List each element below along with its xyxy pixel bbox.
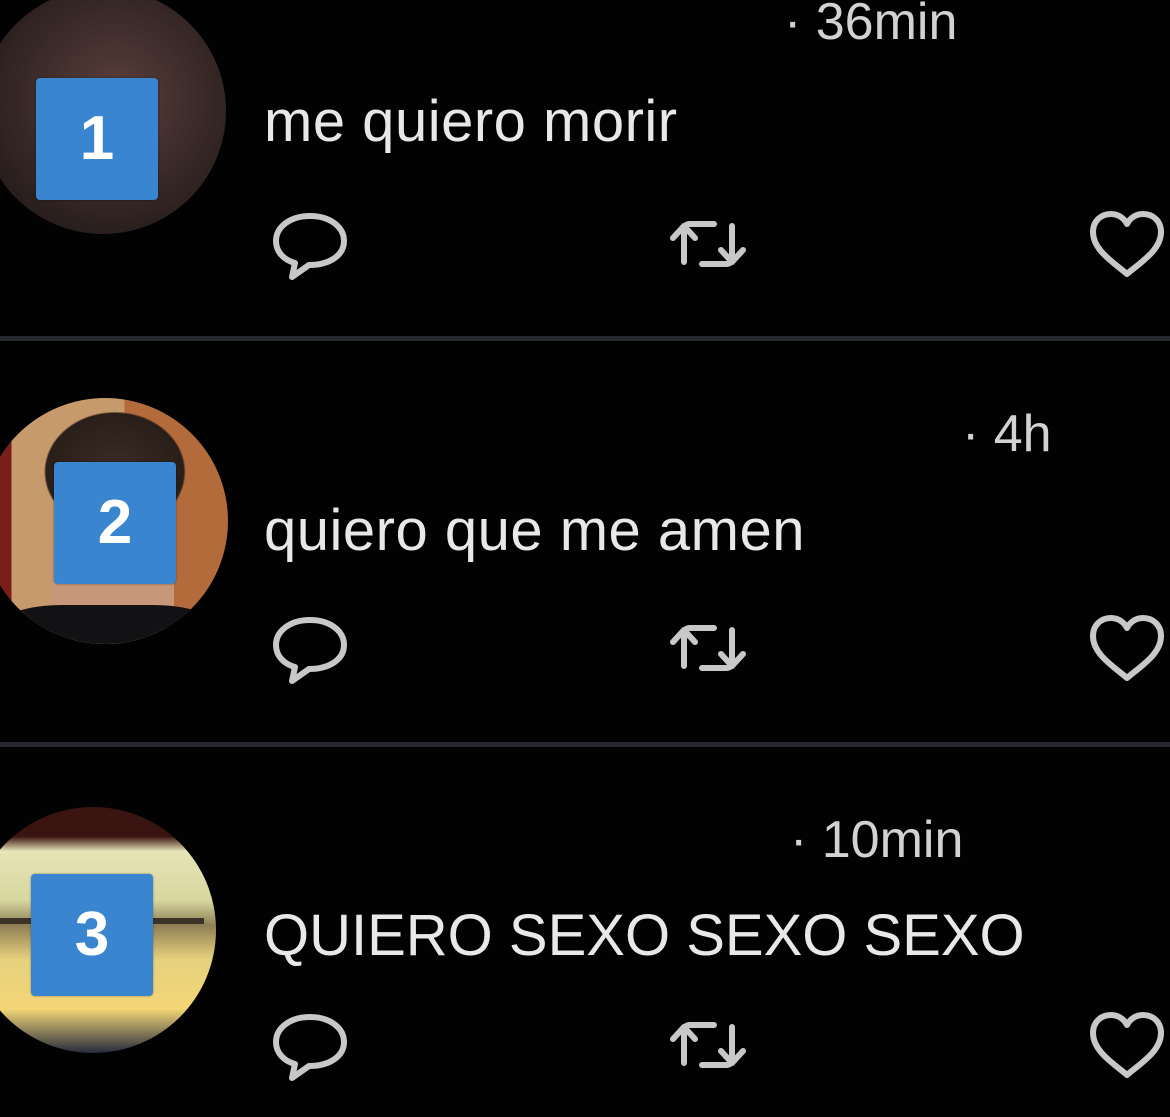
like-icon xyxy=(1090,615,1164,681)
retweet-icon xyxy=(670,221,746,267)
tweet-item-3[interactable]: 3 · 10min QUIERO SEXO SEXO SEXO xyxy=(0,748,1170,1117)
reply-icon xyxy=(273,213,347,280)
tweet-item-1[interactable]: 1 · 36min me quiero morir xyxy=(0,0,1170,336)
tweet-timestamp[interactable]: · 36min xyxy=(784,0,957,52)
reply-button[interactable] xyxy=(268,1003,352,1087)
like-button[interactable] xyxy=(1085,202,1169,286)
divider xyxy=(0,742,1170,747)
like-icon xyxy=(1090,1012,1164,1078)
retweet-button[interactable] xyxy=(666,202,750,286)
retweet-button[interactable] xyxy=(666,606,750,690)
tweet-timestamp[interactable]: · 4h xyxy=(962,404,1052,464)
reply-button[interactable] xyxy=(268,606,352,690)
divider xyxy=(0,336,1170,341)
tweet-timestamp[interactable]: · 10min xyxy=(790,810,963,870)
retweet-button[interactable] xyxy=(666,1003,750,1087)
tweet-text: quiero que me amen xyxy=(264,498,805,563)
like-icon xyxy=(1090,211,1164,277)
tweet-text: me quiero morir xyxy=(264,89,678,154)
like-button[interactable] xyxy=(1085,606,1169,690)
like-button[interactable] xyxy=(1085,1003,1169,1087)
number-badge: 3 xyxy=(31,874,153,996)
reply-button[interactable] xyxy=(268,202,352,286)
reply-icon xyxy=(273,617,347,684)
number-badge: 2 xyxy=(54,462,176,584)
tweet-feed: 1 · 36min me quiero morir 2 · 4h quiero … xyxy=(0,0,1170,1117)
number-badge: 1 xyxy=(36,78,158,200)
retweet-icon xyxy=(670,625,746,671)
reply-icon xyxy=(273,1014,347,1081)
tweet-text: QUIERO SEXO SEXO SEXO xyxy=(264,903,1025,968)
retweet-icon xyxy=(670,1022,746,1068)
tweet-item-2[interactable]: 2 · 4h quiero que me amen xyxy=(0,342,1170,742)
